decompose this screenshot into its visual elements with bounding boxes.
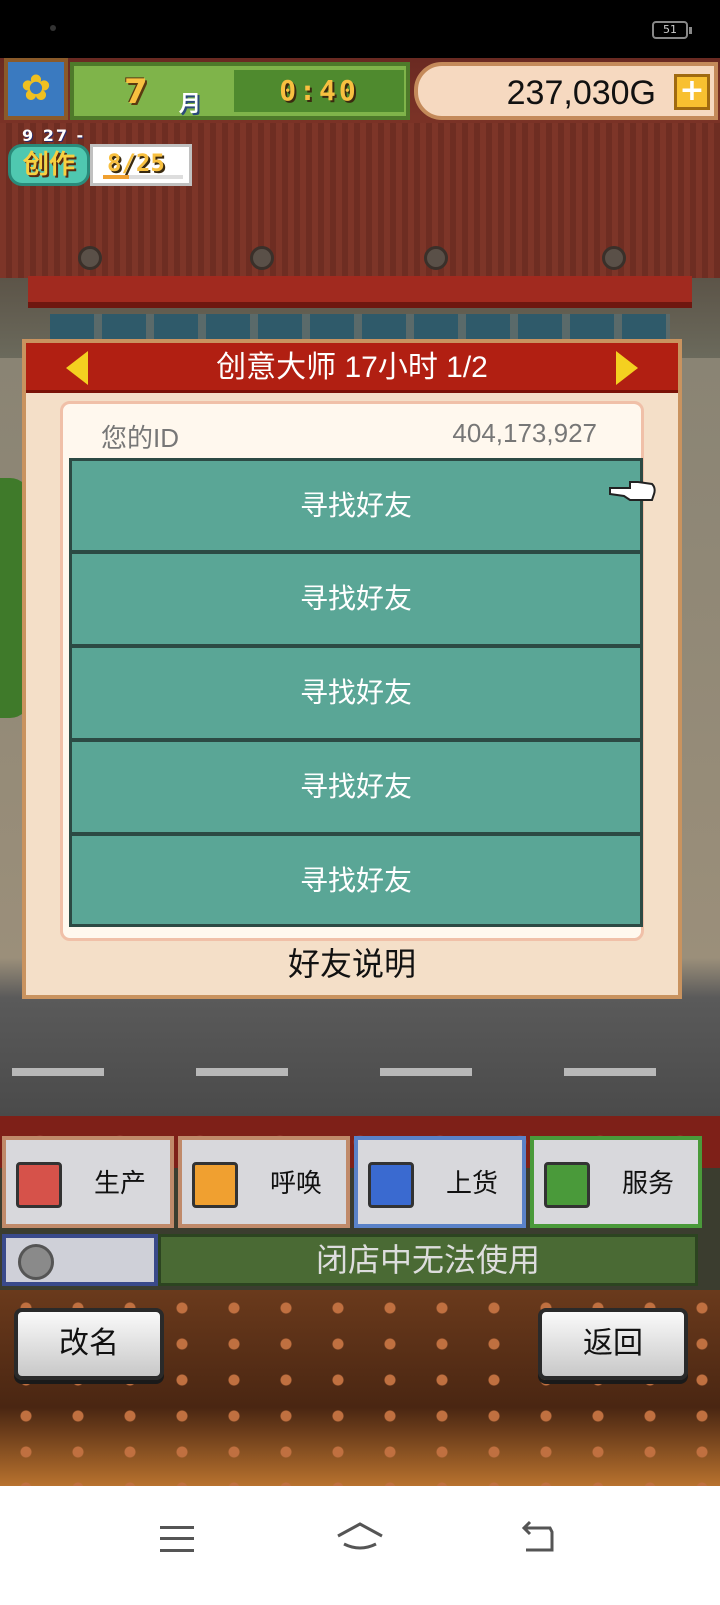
find-friend-button[interactable]: 寻找好友 (69, 458, 643, 552)
action-label: 服务 (621, 1168, 674, 1198)
back-icon[interactable] (520, 1520, 556, 1554)
coffee-cup-icon (544, 1162, 590, 1208)
camera-dot (50, 25, 56, 31)
menu-icon[interactable] (160, 1526, 194, 1552)
road-marking (564, 1068, 656, 1076)
sunflower-icon: ✿ (20, 68, 52, 109)
friend-panel: 您的ID 404,173,927 寻找好友 寻找好友 寻找好友 寻找好友 寻找好… (60, 401, 644, 941)
create-progress-bar (103, 175, 183, 179)
next-page-arrow-icon[interactable] (616, 351, 638, 385)
action-restock-button[interactable]: 上货 (354, 1136, 526, 1228)
battery-icon: 51 (652, 21, 692, 39)
action-call-button[interactable]: 呼唤 (178, 1136, 350, 1228)
status-bar: 51 (0, 0, 720, 58)
bread-icon (16, 1162, 62, 1208)
game-clock: 0:40 (234, 70, 404, 112)
dialog-header: 创意大师 17小时 1/2 (26, 343, 678, 393)
find-friend-button[interactable]: 寻找好友 (69, 740, 643, 834)
system-nav-bar (0, 1486, 720, 1605)
closed-notice: 闭店中无法使用 (158, 1234, 698, 1286)
create-label: 创作 (8, 144, 90, 186)
money-value: 237,030 (506, 74, 630, 112)
action-label: 上货 (445, 1168, 498, 1198)
lamp-icon (250, 246, 274, 270)
add-money-button[interactable]: + (674, 74, 710, 110)
create-counter: 8/25 (90, 144, 192, 186)
money-bar: 237,030G + (414, 62, 718, 120)
closed-disc-icon (18, 1244, 54, 1280)
pointing-hand-icon (609, 481, 656, 501)
friend-list: 寻找好友 寻找好友 寻找好友 寻找好友 寻找好友 (69, 458, 643, 927)
id-label: 您的ID (101, 423, 180, 453)
road-marking (196, 1068, 288, 1076)
id-value: 404,173,927 (452, 418, 597, 448)
create-badge[interactable]: 9 27 - 创作 8/25 (8, 126, 192, 188)
action-produce-button[interactable]: 生产 (2, 1136, 174, 1228)
action-label: 呼唤 (269, 1168, 322, 1198)
find-friend-button[interactable]: 寻找好友 (69, 552, 643, 646)
create-count: 8/25 (107, 149, 165, 177)
find-friend-button[interactable]: 寻找好友 (69, 646, 643, 740)
action-label: 生产 (93, 1168, 146, 1198)
flag-icon (192, 1162, 238, 1208)
friend-help-button[interactable]: 好友说明 (26, 939, 678, 985)
lamp-icon (602, 246, 626, 270)
shop-awning (28, 276, 692, 308)
month-unit: 月 (179, 92, 202, 117)
create-progress-fill (103, 175, 129, 179)
lamp-icon (424, 246, 448, 270)
road-marking (380, 1068, 472, 1076)
date-time-bar: 7 月 0:40 (70, 62, 410, 120)
create-date: 9 27 - (22, 126, 86, 145)
money-amount: 237,030G (507, 74, 656, 113)
road-marking (12, 1068, 104, 1076)
back-button[interactable]: 返回 (538, 1308, 688, 1380)
status-indicator (2, 1234, 158, 1286)
money-unit: G (629, 74, 656, 112)
rename-button[interactable]: 改名 (14, 1308, 164, 1380)
lamp-icon (78, 246, 102, 270)
dialog-title: 创意大师 17小时 1/2 (216, 351, 488, 384)
action-service-button[interactable]: 服务 (530, 1136, 702, 1228)
find-friend-button[interactable]: 寻找好友 (69, 834, 643, 927)
month-number: 7 (124, 72, 148, 112)
shop-emblem-button[interactable]: ✿ (4, 58, 68, 120)
home-icon[interactable] (336, 1520, 384, 1554)
cake-icon (368, 1162, 414, 1208)
friends-dialog: 创意大师 17小时 1/2 您的ID 404,173,927 寻找好友 寻找好友… (22, 339, 682, 999)
